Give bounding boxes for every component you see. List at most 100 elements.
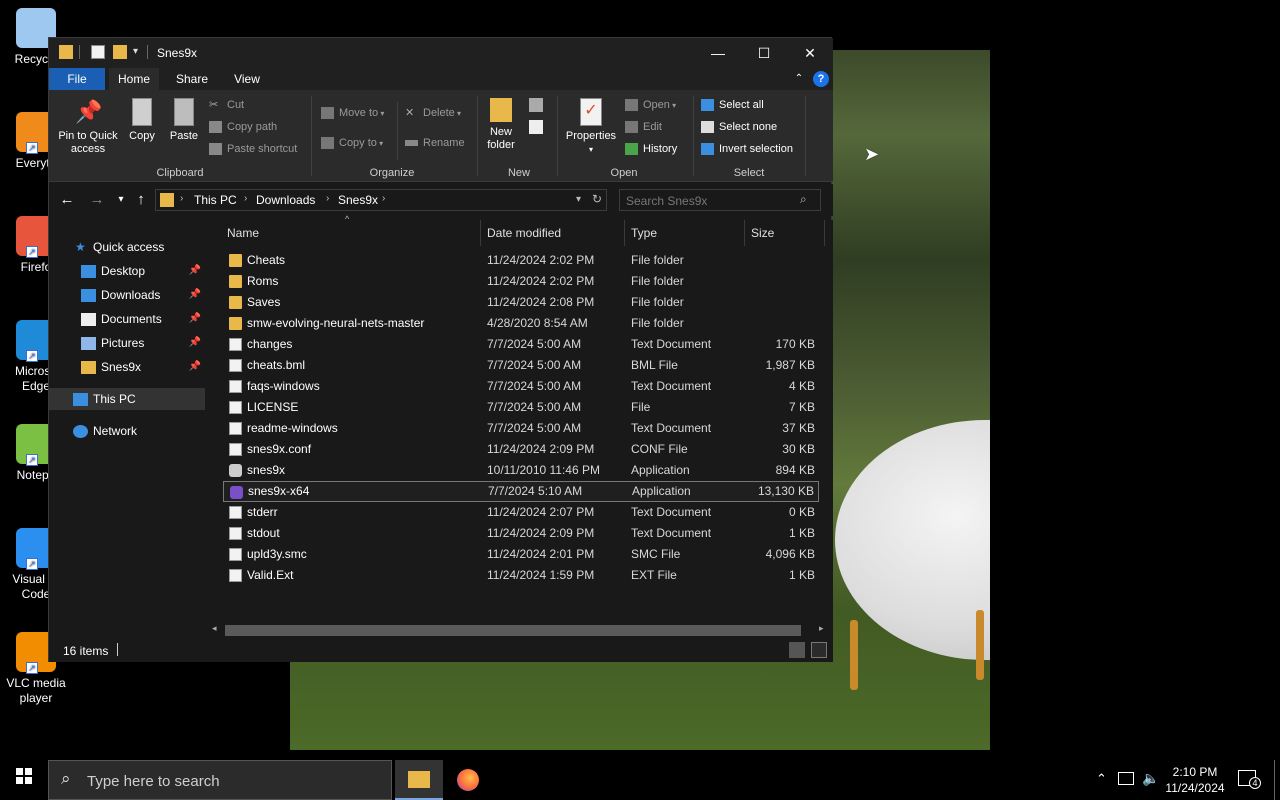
title-bar[interactable]: ▾ Snes9x — ☐ ✕ — [49, 38, 833, 68]
paste-shortcut-button[interactable]: Paste shortcut — [209, 140, 297, 158]
search-input[interactable] — [626, 193, 796, 208]
move-to-button[interactable]: Move to ▾ — [321, 104, 384, 122]
taskbar-firefox[interactable] — [444, 760, 492, 800]
large-icons-view-button[interactable] — [811, 642, 827, 658]
open-button[interactable]: Open ▾ — [625, 96, 676, 114]
tab-share[interactable]: Share — [169, 68, 215, 90]
scroll-left-icon[interactable]: ◂ — [212, 623, 217, 634]
up-button[interactable]: ↑ — [131, 190, 151, 210]
start-button[interactable] — [0, 760, 48, 800]
file-row[interactable]: stderr 11/24/2024 2:07 PM Text Document 0 K… — [223, 502, 819, 523]
refresh-icon[interactable]: ↻ — [592, 192, 602, 206]
file-name: Cheats — [247, 253, 286, 267]
file-row[interactable]: cheats.bml 7/7/2024 5:00 AM BML File 1,987 … — [223, 355, 819, 376]
taskbar-file-explorer[interactable] — [395, 760, 443, 800]
copy-path-button[interactable]: Copy path — [209, 118, 277, 136]
file-row[interactable]: smw-evolving-neural-nets-master 4/28/2020… — [223, 313, 819, 334]
nav-pinned-documents[interactable]: Documents 📌 — [49, 308, 205, 330]
properties-button[interactable]: ✓ Properties ▾ — [561, 98, 621, 156]
close-button[interactable]: ✕ — [787, 38, 833, 68]
back-button[interactable]: ← — [57, 190, 77, 210]
file-row[interactable]: Valid.Ext 11/24/2024 1:59 PM EXT File 1 KB — [223, 565, 819, 586]
file-row[interactable]: upld3y.smc 11/24/2024 2:01 PM SMC File 4,09… — [223, 544, 819, 565]
nav-pinned-downloads[interactable]: Downloads 📌 — [49, 284, 205, 306]
collapse-ribbon-icon[interactable]: ⌃ — [791, 68, 807, 90]
nav-this-pc[interactable]: This PC — [49, 388, 205, 410]
file-row[interactable]: Roms 11/24/2024 2:02 PM File folder — [223, 271, 819, 292]
maximize-button[interactable]: ☐ — [741, 38, 787, 68]
search-icon: ⌕ — [61, 769, 71, 788]
search-box[interactable]: ⌕ — [619, 189, 821, 211]
taskbar-clock[interactable]: 2:10 PM 11/24/2024 — [1160, 764, 1230, 796]
breadcrumb-downloads[interactable]: Downloads — [256, 193, 315, 207]
file-row[interactable]: changes 7/7/2024 5:00 AM Text Document 170 … — [223, 334, 819, 355]
file-row[interactable]: readme-windows 7/7/2024 5:00 AM Text Docum… — [223, 418, 819, 439]
pin-icon: 📌 — [188, 337, 201, 348]
file-row[interactable]: LICENSE 7/7/2024 5:00 AM File 7 KB — [223, 397, 819, 418]
select-none-button[interactable]: Select none — [701, 118, 777, 136]
file-row[interactable]: snes9x 10/11/2010 11:46 PM Application 894 … — [223, 460, 819, 481]
copy-button[interactable]: Copy — [125, 98, 159, 143]
properties-quick-icon[interactable] — [91, 45, 105, 59]
address-dropdown-icon[interactable]: ▾ — [576, 194, 581, 205]
taskbar-search-input[interactable] — [87, 772, 377, 790]
address-input[interactable]: › This PC › Downloads › Snes9x › ▾ ↻ — [155, 189, 607, 211]
tab-file[interactable]: File — [49, 68, 105, 90]
details-view-button[interactable] — [789, 642, 805, 658]
notifications-icon[interactable]: 4 — [1238, 770, 1261, 789]
delete-button[interactable]: ✕ Delete ▾ — [405, 104, 461, 122]
select-all-button[interactable]: Select all — [701, 96, 764, 114]
file-row[interactable]: faqs-windows 7/7/2024 5:00 AM Text Documen… — [223, 376, 819, 397]
invert-selection-button[interactable]: Invert selection — [701, 140, 793, 158]
nav-pinned-snes9x[interactable]: Snes9x 📌 — [49, 356, 205, 378]
document-icon — [229, 380, 242, 393]
shortcut-arrow-icon: ↗ — [26, 142, 38, 154]
new-folder-button[interactable]: New folder — [481, 98, 521, 152]
scrollbar-thumb[interactable] — [225, 625, 801, 636]
taskbar-search[interactable]: ⌕ — [48, 760, 392, 800]
file-row[interactable]: snes9x.conf 11/24/2024 2:09 PM CONF File 30… — [223, 439, 819, 460]
breadcrumb-this-pc[interactable]: This PC — [194, 193, 237, 207]
copy-to-button[interactable]: Copy to ▾ — [321, 134, 383, 152]
nav-network[interactable]: Network — [49, 420, 205, 442]
minimize-button[interactable]: — — [695, 38, 741, 68]
pin-to-quick-access-button[interactable]: 📌 Pin to Quick access — [53, 98, 123, 156]
file-row[interactable]: Saves 11/24/2024 2:08 PM File folder — [223, 292, 819, 313]
customize-quick-access-icon[interactable]: ▾ — [133, 46, 147, 60]
show-desktop-button[interactable] — [1274, 760, 1275, 800]
file-row[interactable]: snes9x-x64 7/7/2024 5:10 AM Application 13,… — [223, 481, 819, 502]
nav-quick-access[interactable]: ★ Quick access — [49, 236, 205, 258]
nav-pinned-pictures[interactable]: Pictures 📌 — [49, 332, 205, 354]
breadcrumb-snes9x[interactable]: Snes9x — [338, 193, 378, 207]
recent-locations-button[interactable]: ▾ — [111, 190, 131, 210]
column-header-date[interactable]: Date modified — [481, 220, 625, 246]
new-item-icon[interactable] — [529, 98, 543, 112]
easy-access-icon[interactable] — [529, 120, 543, 134]
tab-view[interactable]: View — [225, 68, 269, 90]
network-status-icon[interactable] — [1118, 772, 1134, 785]
new-folder-quick-icon[interactable] — [113, 45, 127, 59]
nav-label: Pictures — [101, 336, 145, 350]
group-label-clipboard: Clipboard — [156, 167, 204, 179]
scroll-right-icon[interactable]: ▸ — [819, 623, 824, 634]
volume-icon[interactable]: 🔈 — [1142, 770, 1159, 787]
cut-button[interactable]: ✂ Cut — [209, 96, 244, 114]
help-icon[interactable]: ? — [813, 71, 829, 87]
history-button[interactable]: History — [625, 140, 677, 158]
application-icon — [230, 486, 243, 499]
tab-home[interactable]: Home — [109, 68, 159, 90]
horizontal-scrollbar[interactable]: ◂ ▸ — [207, 622, 833, 638]
rename-button[interactable]: Rename — [405, 134, 465, 152]
forward-button[interactable]: → — [87, 190, 107, 210]
file-row[interactable]: Cheats 11/24/2024 2:02 PM File folder — [223, 250, 819, 271]
column-header-type[interactable]: Type — [625, 220, 745, 246]
column-header-size[interactable]: Size — [745, 220, 825, 246]
nav-pinned-desktop[interactable]: Desktop 📌 — [49, 260, 205, 282]
edit-button[interactable]: Edit — [625, 118, 662, 136]
paste-button[interactable]: Paste — [167, 98, 201, 143]
group-label-new: New — [507, 167, 530, 179]
document-icon — [229, 443, 242, 456]
file-row[interactable]: stdout 11/24/2024 2:09 PM Text Document 1 K… — [223, 523, 819, 544]
column-header-name[interactable]: Name — [221, 220, 481, 246]
show-hidden-icons-icon[interactable]: ⌃ — [1096, 771, 1107, 787]
